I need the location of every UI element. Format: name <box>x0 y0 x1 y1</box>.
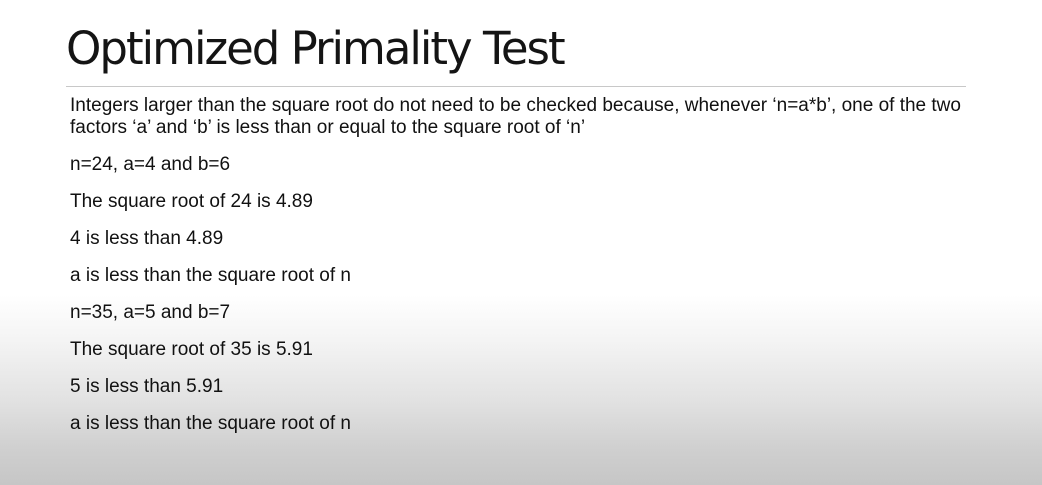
body-line: n=24, a=4 and b=6 <box>70 154 231 175</box>
title-divider <box>66 86 966 87</box>
body-line: 4 is less than 4.89 <box>70 228 224 249</box>
body-line: The square root of 24 is 4.89 <box>70 191 313 212</box>
slide-title: Optimized Primality Test <box>66 22 566 75</box>
body-line: n=35, a=5 and b=7 <box>70 302 231 323</box>
slide-body: Integers larger than the square root do … <box>70 95 970 435</box>
body-line: a is less than the square root of n <box>70 413 351 434</box>
body-line: The square root of 35 is 5.91 <box>70 339 313 360</box>
body-line: a is less than the square root of n <box>70 265 351 286</box>
body-line: 5 is less than 5.91 <box>70 376 224 397</box>
intro-paragraph: Integers larger than the square root do … <box>70 95 961 138</box>
slide: Optimized Primality Test Integers larger… <box>0 0 1042 485</box>
